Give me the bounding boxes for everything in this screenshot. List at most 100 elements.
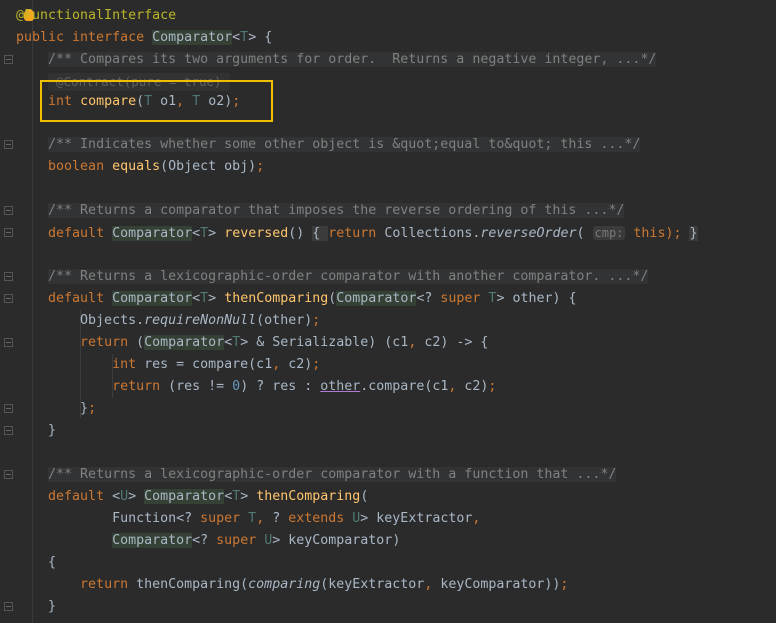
code-token: Function<? xyxy=(16,511,201,526)
code-token: > keyExtractor xyxy=(360,511,473,526)
code-token: T xyxy=(232,335,241,350)
fold-icon[interactable] xyxy=(4,228,13,237)
code-line[interactable]: default <U> Comparator<T> thenComparing( xyxy=(16,486,368,508)
fold-icon[interactable] xyxy=(4,426,13,435)
code-token: default xyxy=(48,226,113,241)
code-token: thenComparing xyxy=(256,489,361,504)
code-line[interactable]: } xyxy=(16,596,56,618)
code-token: ; xyxy=(256,159,265,174)
code-token: boolean xyxy=(48,159,113,174)
code-token: , xyxy=(472,511,481,526)
code-line[interactable]: /** Returns a lexicographic-order compar… xyxy=(16,266,649,288)
code-token: /** Returns a lexicographic-order compar… xyxy=(48,269,649,284)
code-token: ) ? res : xyxy=(240,379,321,394)
code-token: (keyExtractor xyxy=(320,577,425,592)
code-line[interactable]: Comparator<? super U> keyComparator) xyxy=(16,530,400,552)
code-token: res = compare(c1 xyxy=(144,357,273,372)
code-token: , xyxy=(272,357,289,372)
code-line[interactable]: @FunctionalInterface xyxy=(16,5,176,27)
fold-icon[interactable] xyxy=(4,602,13,611)
code-line[interactable]: boolean equals(Object obj); xyxy=(16,156,264,178)
code-token: , xyxy=(448,379,465,394)
code-line[interactable]: return thenComparing(comparing(keyExtrac… xyxy=(16,574,568,596)
code-token: } xyxy=(16,599,57,614)
code-token: < xyxy=(192,291,201,306)
code-token: super xyxy=(200,511,249,526)
code-line[interactable]: Objects.requireNonNull(other); xyxy=(16,310,320,332)
code-token: T xyxy=(200,291,209,306)
code-token: ? xyxy=(272,511,289,526)
code-token: thenComparing xyxy=(224,291,329,306)
code-token: c2) -> { xyxy=(424,335,489,350)
code-token: Objects. xyxy=(16,313,145,328)
fold-icon[interactable] xyxy=(4,55,13,64)
code-token: ; xyxy=(88,401,97,416)
code-token: /** Returns a lexicographic-order compar… xyxy=(48,467,617,482)
code-line[interactable]: default Comparator<T> thenComparing(Comp… xyxy=(16,288,577,310)
code-line[interactable]: default Comparator<T> reversed() { retur… xyxy=(16,222,698,244)
code-token: < xyxy=(112,489,121,504)
code-token: > xyxy=(208,226,225,241)
fold-icon[interactable] xyxy=(4,338,13,347)
code-token: > { xyxy=(248,30,273,45)
code-token: () xyxy=(288,226,313,241)
code-line[interactable]: /** Returns a lexicographic-order compar… xyxy=(16,464,617,486)
code-token: Comparator xyxy=(144,489,225,504)
code-token: super xyxy=(440,291,489,306)
parameter-hint: cmp: xyxy=(592,226,626,240)
code-token: , xyxy=(256,511,273,526)
code-token: T xyxy=(240,30,249,45)
fold-icon[interactable] xyxy=(4,470,13,479)
code-token: ; xyxy=(312,357,321,372)
fold-icon[interactable] xyxy=(4,294,13,303)
code-token: reverseOrder xyxy=(480,226,577,241)
code-line[interactable]: Function<? super T, ? extends U> keyExtr… xyxy=(16,508,480,530)
code-token: > keyComparator) xyxy=(272,533,401,548)
fold-icon[interactable] xyxy=(4,272,13,281)
code-token: Comparator xyxy=(112,291,193,306)
code-token: U xyxy=(120,489,129,504)
code-line[interactable]: } xyxy=(16,420,56,442)
code-token: reversed xyxy=(224,226,289,241)
code-line[interactable]: }; xyxy=(16,398,96,420)
code-token: @FunctionalInterface xyxy=(16,8,177,23)
code-token: /** Indicates whether some other object … xyxy=(48,137,641,152)
code-token: default xyxy=(48,489,113,504)
code-line[interactable]: return (Comparator<T> & Serializable) (c… xyxy=(16,332,488,354)
code-token: equals xyxy=(112,159,161,174)
code-token: 0 xyxy=(232,379,241,394)
code-line[interactable]: /** Returns a comparator that imposes th… xyxy=(16,200,625,222)
code-token: ( xyxy=(576,226,593,241)
fold-icon[interactable] xyxy=(4,206,13,215)
code-token: < xyxy=(224,489,233,504)
code-line[interactable]: /** Compares its two arguments for order… xyxy=(16,49,657,71)
code-line[interactable]: /** Indicates whether some other object … xyxy=(16,134,641,156)
code-line[interactable]: int res = compare(c1, c2); xyxy=(16,354,320,376)
code-token: Comparator xyxy=(336,291,417,306)
code-token: super xyxy=(216,533,265,548)
code-token: (other) xyxy=(256,313,313,328)
code-token: <? xyxy=(416,291,441,306)
code-line[interactable]: { xyxy=(16,552,56,574)
fold-icon[interactable] xyxy=(4,140,13,149)
fold-icon[interactable] xyxy=(4,404,13,413)
code-token: default xyxy=(48,291,113,306)
code-token: /** Returns a comparator that imposes th… xyxy=(48,203,625,218)
code-line[interactable]: return (res != 0) ? res : other.compare(… xyxy=(16,376,496,398)
folded-region[interactable]: { xyxy=(312,226,329,241)
code-token: T xyxy=(200,226,209,241)
code-token: comparing xyxy=(248,577,321,592)
folded-region[interactable]: } xyxy=(689,226,698,241)
code-token: (Object obj) xyxy=(160,159,257,174)
code-line[interactable]: public interface Comparator<T> { xyxy=(16,27,272,49)
